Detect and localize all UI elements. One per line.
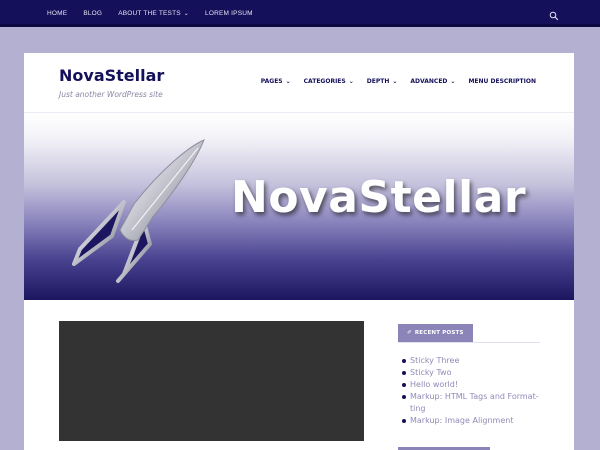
nav-label: MENU DESCRIPTION bbox=[468, 78, 536, 85]
bullet-icon bbox=[402, 359, 406, 363]
nav-depth[interactable]: DEPTH ⌄ bbox=[367, 78, 398, 85]
chevron-down-icon: ⌄ bbox=[183, 11, 190, 17]
list-item[interactable]: Hello world! bbox=[398, 379, 540, 391]
bullet-icon bbox=[402, 419, 406, 423]
top-nav-home[interactable]: HOME bbox=[47, 10, 67, 17]
top-nav-label: HOME bbox=[47, 10, 68, 17]
top-nav-lorem-ipsum[interactable]: LOREM IPSUM bbox=[205, 10, 253, 17]
top-nav-label: BLOG bbox=[83, 10, 103, 17]
post-link[interactable]: Sticky Two bbox=[410, 368, 451, 377]
page-card: NovaStellar Just another WordPress site … bbox=[24, 53, 574, 450]
widget-title-label: RECENT POSTS bbox=[414, 330, 464, 336]
widget-title-recent-posts: ✐ RECENT POSTS bbox=[398, 324, 473, 342]
nav-label: PAGES bbox=[260, 78, 283, 85]
top-nav: HOME BLOG ABOUT THE TESTS ⌄ LOREM IPSUM bbox=[47, 0, 269, 27]
bullet-icon bbox=[402, 383, 406, 387]
top-nav-blog[interactable]: BLOG bbox=[83, 10, 102, 17]
list-item[interactable]: Sticky Three bbox=[398, 355, 540, 367]
nav-categories[interactable]: CATEGORIES ⌄ bbox=[304, 78, 354, 85]
chevron-down-icon: ⌄ bbox=[450, 78, 456, 85]
site-header: NovaStellar Just another WordPress site … bbox=[24, 53, 574, 113]
featured-media[interactable] bbox=[59, 321, 364, 441]
banner-title: NovaStellar bbox=[231, 172, 527, 223]
bullet-icon bbox=[402, 371, 406, 375]
widget-divider bbox=[398, 342, 540, 343]
nav-label: CATEGORIES bbox=[303, 78, 346, 85]
search-icon[interactable] bbox=[549, 8, 559, 21]
nav-advanced[interactable]: ADVANCED ⌄ bbox=[410, 78, 455, 85]
pin-icon: ✐ bbox=[407, 330, 412, 336]
top-nav-label: ABOUT THE TESTS bbox=[118, 10, 181, 17]
nav-pages[interactable]: PAGES ⌄ bbox=[261, 78, 291, 85]
rocket-icon bbox=[72, 139, 205, 283]
header-banner: NovaStellar bbox=[24, 114, 574, 300]
post-link[interactable]: Sticky Three bbox=[410, 356, 459, 365]
main-nav: PAGES ⌄ CATEGORIES ⌄ DEPTH ⌄ ADVANCED ⌄ MENU… bbox=[248, 78, 536, 85]
sidebar: ✐ RECENT POSTS Sticky Three Sticky Two He… bbox=[398, 321, 540, 427]
chevron-down-icon: ⌄ bbox=[285, 78, 291, 85]
chevron-down-icon: ⌄ bbox=[348, 78, 354, 85]
post-link[interactable]: Hello world! bbox=[410, 380, 458, 389]
list-item[interactable]: Sticky Two bbox=[398, 367, 540, 379]
site-tagline: Just another WordPress site bbox=[59, 90, 163, 99]
list-item[interactable]: Markup: Image Alignment bbox=[398, 415, 540, 427]
top-nav-label: LOREM IPSUM bbox=[205, 10, 253, 17]
top-bar: HOME BLOG ABOUT THE TESTS ⌄ LOREM IPSUM bbox=[0, 0, 600, 27]
nav-label: ADVANCED bbox=[410, 78, 448, 85]
post-link[interactable]: Markup: Image Alignment bbox=[410, 416, 513, 425]
nav-menu-description[interactable]: MENU DESCRIPTION bbox=[468, 78, 536, 85]
list-item[interactable]: Markup: HTML Tags and Format-ting bbox=[398, 391, 540, 415]
site-title[interactable]: NovaStellar bbox=[59, 66, 164, 85]
recent-posts-list: Sticky Three Sticky Two Hello world! Mar… bbox=[398, 355, 540, 427]
search-icon-graphic bbox=[549, 11, 559, 21]
top-nav-about-the-tests[interactable]: ABOUT THE TESTS ⌄ bbox=[118, 10, 189, 17]
bullet-icon bbox=[402, 395, 406, 399]
nav-label: DEPTH bbox=[366, 78, 390, 85]
post-link[interactable]: Markup: HTML Tags and Format-ting bbox=[410, 392, 539, 413]
chevron-down-icon: ⌄ bbox=[392, 78, 398, 85]
